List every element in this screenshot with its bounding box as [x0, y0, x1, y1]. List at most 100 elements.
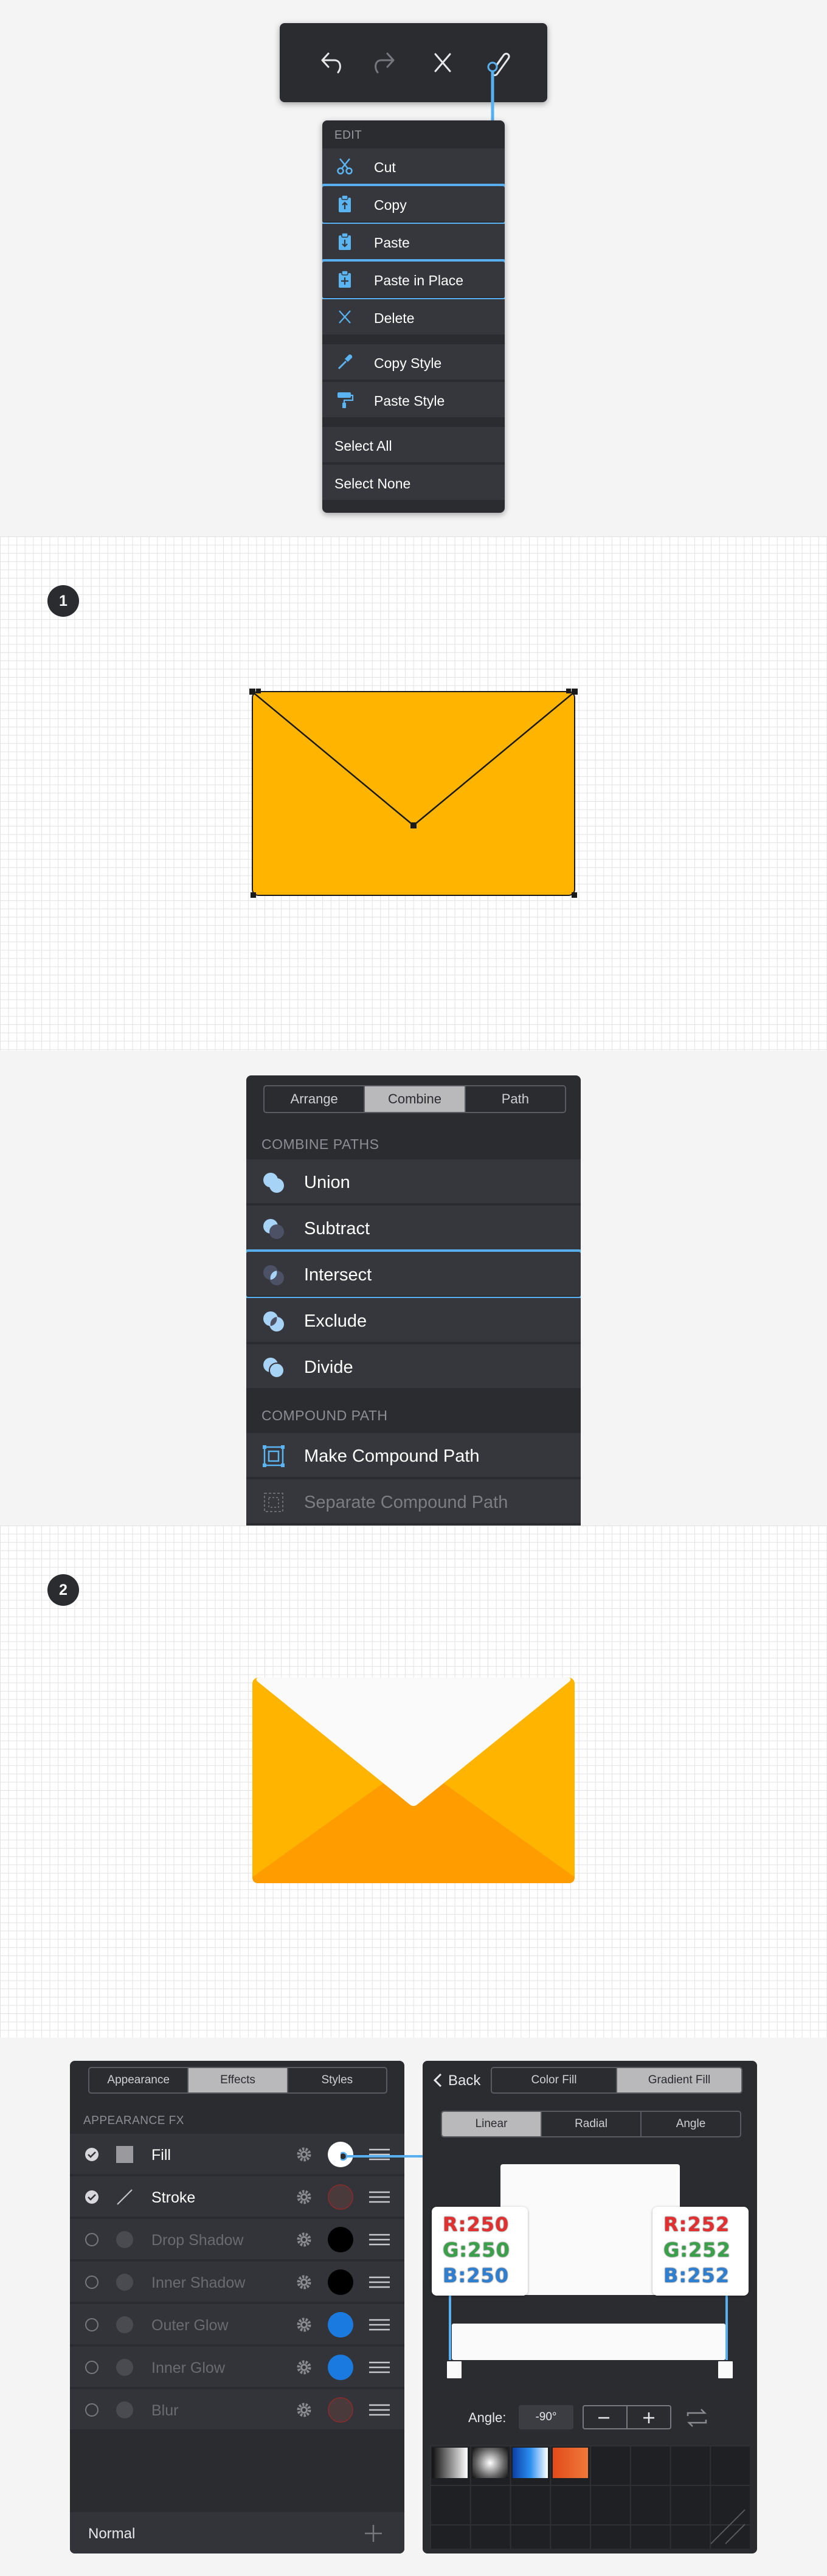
menu-item-copy[interactable]: Copy: [322, 186, 505, 223]
gear-icon[interactable]: [295, 2401, 313, 2419]
unchecked-circle-icon[interactable]: [85, 2275, 99, 2290]
gradient-stop-right[interactable]: [717, 2360, 734, 2380]
preset-swatch[interactable]: [472, 2448, 508, 2478]
canvas-step-2: 2: [0, 1526, 827, 2038]
tab-arrange[interactable]: Arrange: [265, 1086, 365, 1112]
checkmark-icon[interactable]: [85, 2147, 99, 2162]
fx-row-drop-shadow[interactable]: Drop Shadow: [70, 2219, 404, 2260]
minus-icon[interactable]: [597, 2411, 611, 2425]
plus-icon[interactable]: [642, 2411, 656, 2425]
fx-label: Outer Glow: [151, 2317, 229, 2334]
drag-handle-icon[interactable]: [369, 2404, 390, 2416]
fx-row-stroke[interactable]: Stroke: [70, 2176, 404, 2218]
menu-item-copy-style[interactable]: Copy Style: [322, 344, 505, 381]
tab-linear[interactable]: Linear: [442, 2112, 542, 2136]
preset-swatch[interactable]: [513, 2448, 548, 2478]
combine-panel: Arrange Combine Path COMBINE PATHS Union…: [246, 1075, 581, 1526]
gear-icon[interactable]: [295, 2145, 313, 2164]
step-badge: 1: [47, 585, 79, 617]
gear-icon[interactable]: [295, 2188, 313, 2206]
drag-handle-icon[interactable]: [369, 2234, 390, 2246]
preset-swatch[interactable]: [553, 2448, 588, 2478]
drag-handle-icon[interactable]: [369, 2276, 390, 2288]
preset-swatch[interactable]: [432, 2448, 468, 2478]
menu-item-select-none[interactable]: Select None: [322, 465, 505, 501]
unchecked-circle-icon[interactable]: [85, 2360, 99, 2375]
fx-row-inner-shadow[interactable]: Inner Shadow: [70, 2262, 404, 2303]
blend-mode-bar: Normal: [70, 2512, 404, 2553]
combine-item-union[interactable]: Union: [246, 1159, 581, 1204]
inner-shadow-color-swatch[interactable]: [328, 2269, 353, 2295]
envelope-illustration[interactable]: [246, 1672, 581, 1890]
menu-item-paste[interactable]: Paste: [322, 224, 505, 260]
chevron-left-icon: [433, 2073, 442, 2088]
exclude-icon: [263, 1311, 284, 1331]
resize-corner-icon[interactable]: [707, 2506, 747, 2546]
fx-label: Drop Shadow: [151, 2232, 244, 2249]
menu-item-delete[interactable]: Delete: [322, 299, 505, 336]
tab-gradient-fill[interactable]: Gradient Fill: [617, 2068, 741, 2092]
angle-label: Angle:: [468, 2410, 507, 2425]
tab-color-fill[interactable]: Color Fill: [492, 2068, 617, 2092]
drag-handle-icon[interactable]: [369, 2319, 390, 2331]
unchecked-circle-icon[interactable]: [85, 2317, 99, 2332]
compound-item-make[interactable]: Make Compound Path: [246, 1433, 581, 1478]
red-value: R:250: [441, 2212, 510, 2238]
undo-icon[interactable]: [311, 44, 348, 81]
blur-color-swatch[interactable]: [328, 2397, 353, 2423]
fx-row-outer-glow[interactable]: Outer Glow: [70, 2304, 404, 2345]
section-appearance-fx: APPEARANCE FX: [83, 2114, 184, 2127]
rgb-callout-left: R:250 G:250 B:250: [432, 2207, 528, 2296]
combine-item-label: Divide: [304, 1358, 353, 1377]
drag-handle-icon[interactable]: [369, 2361, 390, 2373]
menu-item-label: Select All: [334, 438, 392, 454]
section-compound-path: COMPOUND PATH: [261, 1408, 388, 1423]
angle-input[interactable]: -90°: [519, 2405, 573, 2429]
tab-combine[interactable]: Combine: [365, 1086, 466, 1112]
tab-effects[interactable]: Effects: [189, 2068, 288, 2092]
tab-radial[interactable]: Radial: [542, 2112, 642, 2136]
combine-item-label: Intersect: [304, 1265, 372, 1285]
drag-handle-icon[interactable]: [369, 2191, 390, 2203]
compound-item-separate[interactable]: Separate Compound Path: [246, 1479, 581, 1524]
tab-styles[interactable]: Styles: [288, 2068, 386, 2092]
edit-menu-header: EDIT: [334, 129, 362, 142]
shadow-color-swatch[interactable]: [328, 2227, 353, 2252]
add-icon[interactable]: [363, 2523, 384, 2544]
tab-path[interactable]: Path: [466, 1086, 565, 1112]
swap-icon[interactable]: [684, 2408, 710, 2428]
gradient-stop-left[interactable]: [446, 2360, 463, 2380]
combine-item-exclude[interactable]: Exclude: [246, 1298, 581, 1343]
menu-item-label: Select None: [334, 476, 411, 491]
gradient-bar[interactable]: [452, 2324, 725, 2360]
tab-appearance[interactable]: Appearance: [89, 2068, 189, 2092]
combine-item-divide[interactable]: Divide: [246, 1344, 581, 1389]
checkmark-icon[interactable]: [85, 2190, 99, 2204]
menu-item-paste-in-place[interactable]: Paste in Place: [322, 262, 505, 298]
unchecked-circle-icon[interactable]: [85, 2232, 99, 2247]
envelope-outline[interactable]: [243, 686, 584, 904]
gear-icon[interactable]: [295, 2273, 313, 2291]
menu-item-select-all[interactable]: Select All: [322, 427, 505, 463]
combine-item-subtract[interactable]: Subtract: [246, 1206, 581, 1251]
angle-stepper[interactable]: [583, 2405, 671, 2429]
gear-icon[interactable]: [295, 2358, 313, 2376]
combine-tabs: Arrange Combine Path: [263, 1085, 566, 1113]
gear-icon[interactable]: [295, 2231, 313, 2249]
tab-angle[interactable]: Angle: [642, 2112, 740, 2136]
unchecked-circle-icon[interactable]: [85, 2403, 99, 2417]
close-icon[interactable]: [424, 44, 461, 81]
redo-icon[interactable]: [368, 44, 404, 81]
eyedropper-icon: [337, 354, 353, 370]
inner-glow-color-swatch[interactable]: [328, 2355, 353, 2380]
fx-row-inner-glow[interactable]: Inner Glow: [70, 2347, 404, 2388]
menu-item-paste-style[interactable]: Paste Style: [322, 382, 505, 418]
blend-mode-label[interactable]: Normal: [88, 2526, 135, 2543]
blue-value: B:250: [441, 2263, 510, 2289]
fx-row-blur[interactable]: Blur: [70, 2389, 404, 2431]
menu-item-cut[interactable]: Cut: [322, 148, 505, 185]
combine-item-intersect[interactable]: Intersect: [246, 1252, 581, 1297]
gear-icon[interactable]: [295, 2316, 313, 2334]
outer-glow-color-swatch[interactable]: [328, 2312, 353, 2338]
stroke-color-swatch[interactable]: [328, 2184, 353, 2210]
